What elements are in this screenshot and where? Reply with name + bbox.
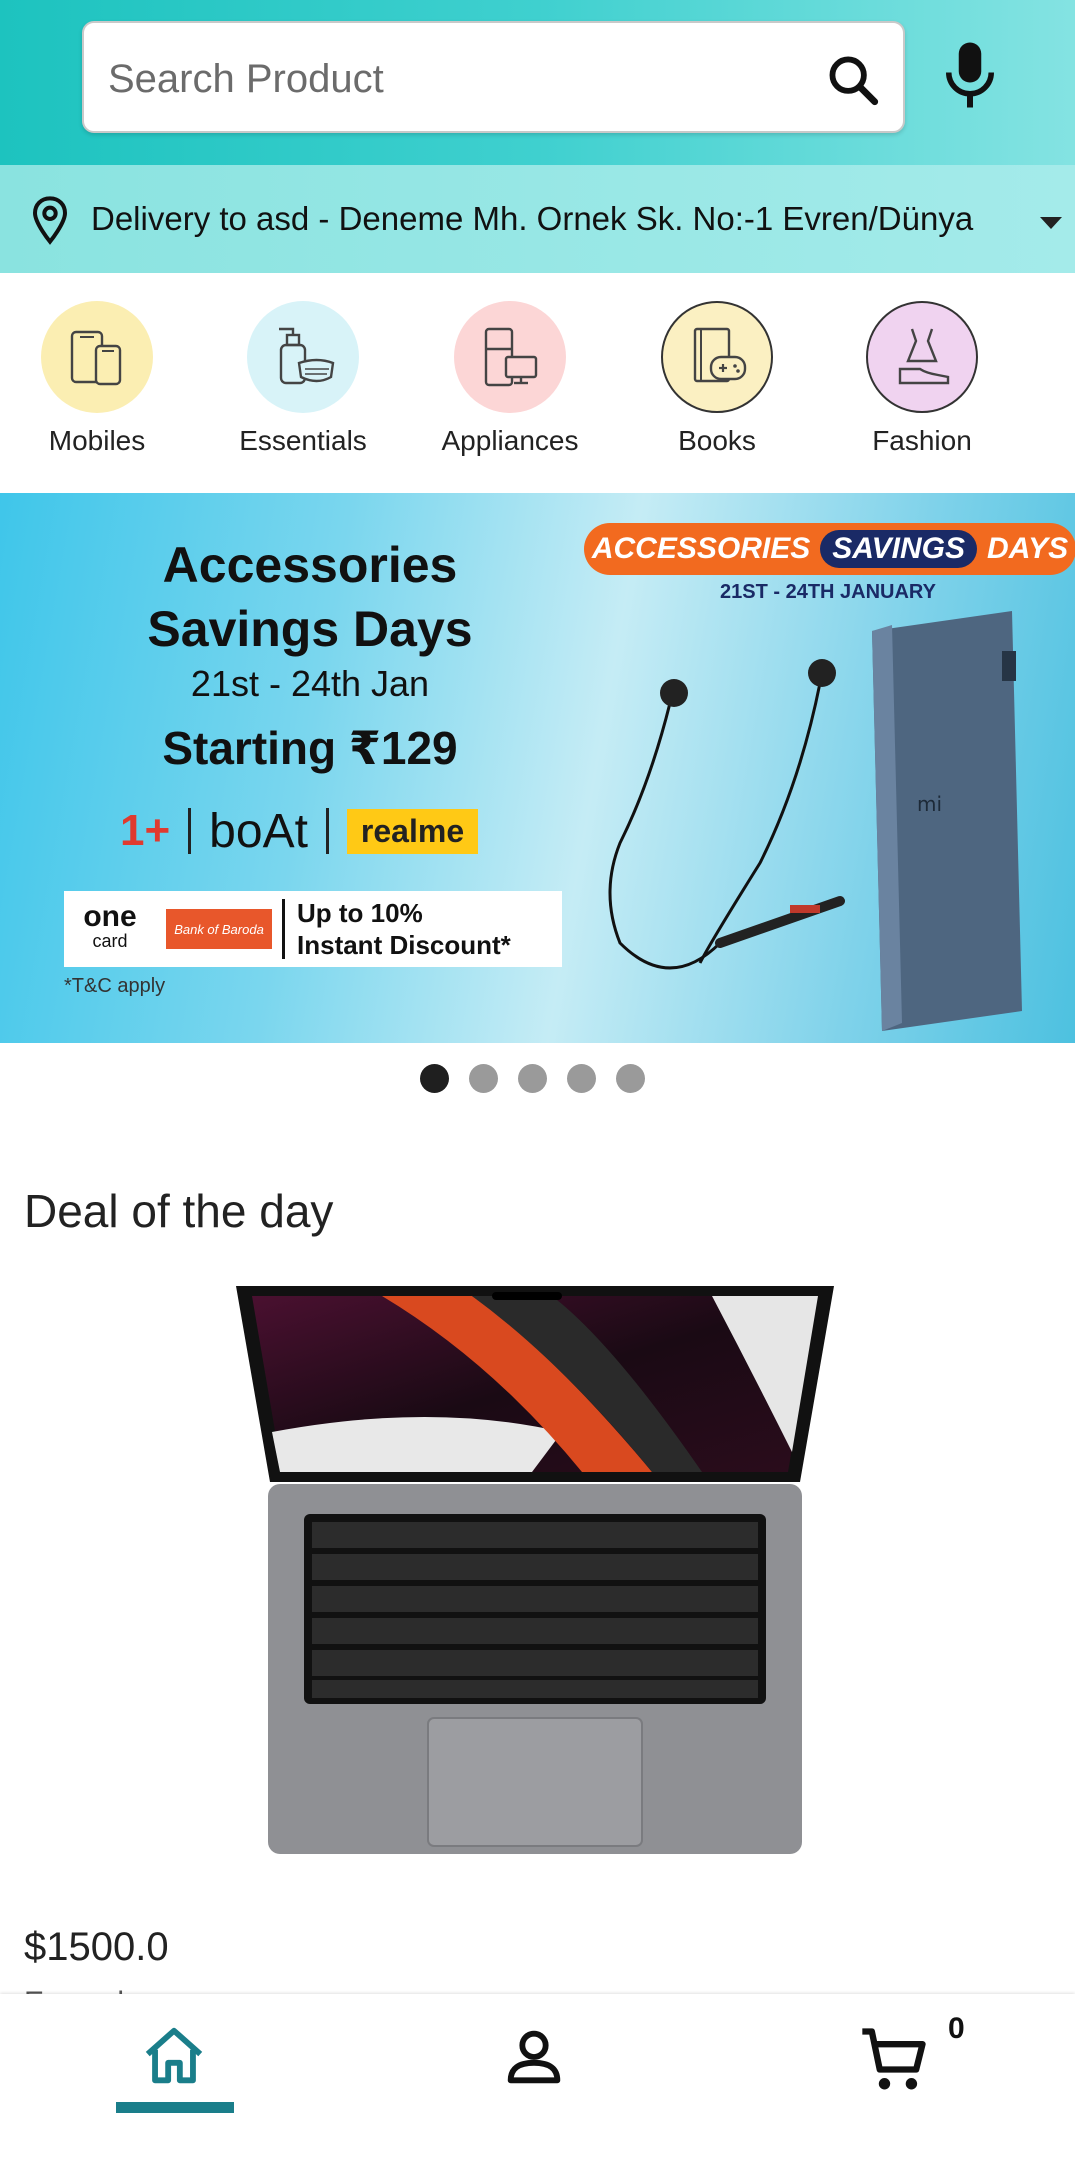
mobiles-icon <box>41 301 153 413</box>
category-appliances[interactable]: Appliances <box>410 301 610 457</box>
delivery-address-bar[interactable]: Delivery to asd - Deneme Mh. Ornek Sk. N… <box>0 165 1075 273</box>
top-search-bar <box>0 0 1075 165</box>
banner-price: Starting ₹129 <box>162 722 458 774</box>
essentials-icon <box>247 301 359 413</box>
fashion-icon <box>866 301 978 413</box>
category-essentials[interactable]: Essentials <box>203 301 403 457</box>
category-books[interactable]: Books <box>617 301 817 457</box>
divider <box>325 808 329 854</box>
carousel-indicator <box>420 1064 645 1093</box>
divider <box>188 808 192 854</box>
deal-section-title: Deal of the day <box>24 1185 334 1237</box>
location-pin-icon <box>32 196 68 245</box>
bottom-navigation: 0 <box>0 1994 1075 2165</box>
carousel-dot[interactable] <box>567 1064 596 1093</box>
banner-pill: ACCESSORIES SAVINGS DAYS <box>584 523 1075 575</box>
active-tab-indicator <box>116 2102 234 2113</box>
search-input[interactable] <box>108 51 768 107</box>
search-box[interactable] <box>82 21 905 133</box>
banner-date: 21st - 24th Jan <box>190 663 430 704</box>
deal-product-image[interactable] <box>232 1282 838 1862</box>
banner-subdate: 21ST - 24TH JANUARY <box>720 581 936 603</box>
bank-offer-box: one card Bank of Baroda Up to 10% Instan… <box>64 891 562 967</box>
category-list: Mobiles Essentials Appliances Books Fash… <box>0 273 1075 493</box>
books-icon <box>661 301 773 413</box>
category-label: Essentials <box>239 425 367 456</box>
bank-of-baroda-logo: Bank of Baroda <box>166 909 272 949</box>
category-label: Books <box>678 425 756 456</box>
nav-home[interactable] <box>114 2022 234 2132</box>
home-icon <box>145 2027 203 2084</box>
realme-logo: realme <box>346 808 479 854</box>
oneplus-logo: 1+ <box>120 806 171 855</box>
category-label: Appliances <box>441 425 579 456</box>
divider <box>282 899 285 959</box>
appliances-icon <box>454 301 566 413</box>
boat-logo: boAt <box>209 804 308 858</box>
banner-title: Accessories Savings Days <box>147 537 473 657</box>
chevron-down-icon[interactable] <box>1038 215 1064 231</box>
onecard-logo: one card <box>83 900 137 952</box>
promo-banner[interactable]: Accessories Savings Days 21st - 24th Jan… <box>0 493 1075 1043</box>
earphones-image <box>608 659 845 970</box>
carousel-dot[interactable] <box>616 1064 645 1093</box>
category-fashion[interactable]: Fashion <box>822 301 1022 457</box>
delivery-address-text: Delivery to asd - Deneme Mh. Ornek Sk. N… <box>91 200 974 237</box>
banner-brands: 1+ boAt realme <box>120 803 479 859</box>
terms-text: *T&C apply <box>64 975 166 997</box>
discount-text: Up to 10% Instant Discount* <box>297 898 511 960</box>
carousel-dot[interactable] <box>518 1064 547 1093</box>
carousel-dot[interactable] <box>420 1064 449 1093</box>
microphone-icon[interactable] <box>940 40 1000 110</box>
user-icon <box>507 2030 561 2084</box>
search-icon[interactable] <box>824 51 882 109</box>
cart-icon <box>862 2028 926 2090</box>
carousel-dot[interactable] <box>469 1064 498 1093</box>
svg-text:mi: mi <box>917 792 942 816</box>
nav-cart[interactable] <box>834 2022 954 2132</box>
category-label: Fashion <box>872 425 972 456</box>
power-bank-image: mi <box>872 611 1022 1031</box>
category-label: Mobiles <box>48 425 146 456</box>
cart-count-badge: 0 <box>948 2012 965 2045</box>
category-mobiles[interactable]: Mobiles <box>0 301 197 457</box>
nav-account[interactable] <box>474 2022 594 2132</box>
deal-price: $1500.0 <box>24 1925 169 1969</box>
